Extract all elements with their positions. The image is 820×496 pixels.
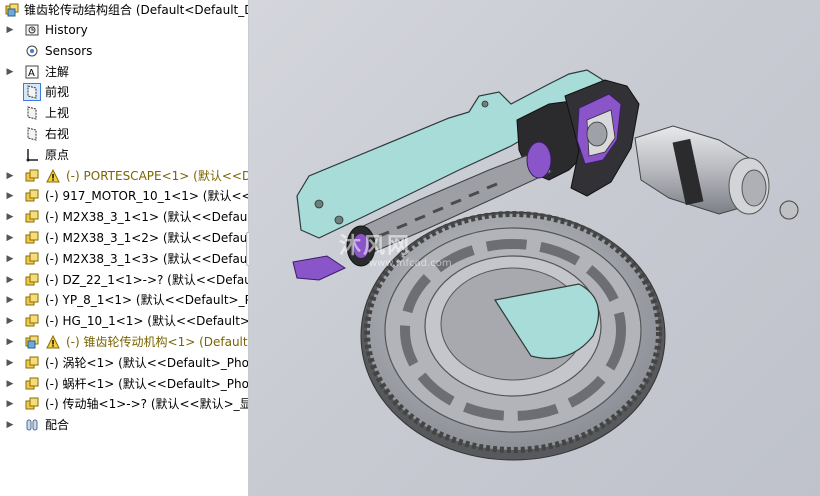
part-icon — [25, 231, 39, 244]
assembly-icon — [5, 3, 19, 17]
tree-item[interactable]: ▶ (-) M2X38_3_1<2> (默认<<Default>_ — [0, 228, 248, 248]
tree-item-label: (-) DZ_22_1<1>->? (默认<<Default — [45, 272, 249, 287]
tree-item-label: 上视 — [45, 106, 70, 121]
tree-item-label: 右视 — [45, 127, 70, 141]
part-icon — [25, 169, 39, 182]
tree-item[interactable]: ▶ 配合 — [0, 415, 248, 435]
expand-arrow-icon[interactable]: ▶ — [5, 62, 15, 82]
origin-icon — [26, 148, 38, 162]
tree-item-label: 配合 — [45, 418, 70, 433]
expand-arrow-icon[interactable]: ▶ — [5, 186, 15, 206]
tree-item[interactable]: 前视 — [0, 82, 248, 102]
tree-item-label: (-) 917_MOTOR_10_1<1> (默认<<De — [45, 189, 249, 204]
watermark-url: www.mfcad.com — [369, 258, 452, 269]
tree-item[interactable]: ▶ (-) YP_8_1<1> (默认<<Default>_Phot — [0, 290, 248, 310]
tree-item[interactable]: ▶ A 注解 — [0, 62, 248, 82]
part-icon — [25, 314, 39, 327]
warning-icon — [46, 168, 60, 183]
part-icon — [25, 252, 39, 265]
assembly-icon — [25, 335, 39, 349]
sensors-icon — [26, 45, 38, 57]
tree-item-label: (-) HG_10_1<1> (默认<<Default>_Ph — [45, 314, 249, 329]
motor — [634, 125, 799, 220]
tree-item-label: 前视 — [45, 85, 70, 100]
warning-icon — [46, 335, 60, 349]
part-icon — [25, 356, 39, 369]
tree-item-label: (-) 锥齿轮传动机构<1> (Default<D — [66, 335, 249, 349]
expand-arrow-icon[interactable]: ▶ — [5, 20, 15, 40]
expand-arrow-icon[interactable]: ▶ — [5, 374, 15, 394]
tree-item-label: (-) 传动轴<1>->? (默认<<默认>_显示 — [45, 397, 249, 412]
tree-item[interactable]: ▶ (-) 917_MOTOR_10_1<1> (默认<<De — [0, 186, 248, 206]
tree-item[interactable]: ▶ History — [0, 20, 248, 40]
tree-item[interactable]: ▶ (-) HG_10_1<1> (默认<<Default>_Ph — [0, 311, 248, 331]
tree-root[interactable]: 锥齿轮传动结构组合 (Default<Default_Dis — [0, 0, 248, 20]
tree-item[interactable]: 上视 — [0, 103, 248, 123]
expand-arrow-icon[interactable]: ▶ — [5, 394, 15, 414]
svg-text:A: A — [28, 68, 35, 79]
tree-item[interactable]: ▶ (-) DZ_22_1<1>->? (默认<<Default — [0, 270, 248, 290]
tree-item[interactable]: 原点 — [0, 145, 248, 165]
expand-arrow-icon[interactable]: ▶ — [5, 228, 15, 248]
expand-arrow-icon[interactable]: ▶ — [5, 332, 15, 352]
tree-item-label: (-) M2X38_3_1<3> (默认<<Default>_ — [45, 251, 249, 266]
tree-item-label: Sensors — [45, 43, 93, 58]
tree-item-label: (-) 蜗杆<1> (默认<<Default>_PhotoV — [45, 376, 249, 391]
plane-icon — [27, 106, 37, 120]
tree-item[interactable]: ▶ (-) 传动轴<1>->? (默认<<默认>_显示 — [0, 394, 248, 414]
part-icon — [25, 293, 39, 306]
tree-item[interactable]: ▶ (-) PORTESCAPE<1> (默认<<Def — [0, 166, 248, 186]
expand-arrow-icon[interactable]: ▶ — [5, 207, 15, 227]
tree-item-label: (-) 涡轮<1> (默认<<Default>_PhotoV — [45, 355, 249, 370]
model-render — [292, 69, 799, 461]
history-icon — [25, 24, 39, 36]
plane-icon — [23, 83, 41, 102]
tree-item[interactable]: 右视 — [0, 124, 248, 144]
tree-item-label: (-) YP_8_1<1> (默认<<Default>_Phot — [45, 293, 249, 308]
tree-item-label: 注解 — [45, 64, 70, 79]
tree-item[interactable]: ▶ (-) M2X38_3_1<1> (默认<<Default>_ — [0, 207, 248, 227]
feature-tree: 锥齿轮传动结构组合 (Default<Default_Dis ▶ History S… — [0, 0, 249, 496]
part-icon — [25, 189, 39, 202]
expand-arrow-icon[interactable]: ▶ — [5, 249, 15, 269]
tree-item-label: (-) PORTESCAPE<1> (默认<<Def — [66, 168, 249, 183]
watermark: 沐风网 — [339, 234, 412, 259]
plane-icon — [27, 127, 37, 141]
part-icon — [25, 210, 39, 223]
tree-root-label: 锥齿轮传动结构组合 (Default<Default_Dis — [24, 3, 249, 17]
tree-item-label: (-) M2X38_3_1<1> (默认<<Default>_ — [45, 210, 249, 225]
part-icon — [25, 397, 39, 410]
tree-item-label: (-) M2X38_3_1<2> (默认<<Default>_ — [45, 231, 249, 245]
part-icon — [25, 273, 39, 286]
mates-icon — [26, 419, 38, 431]
graphics-viewport[interactable]: 沐风网 www.mfcad.com — [249, 0, 820, 496]
tree-item-label: 原点 — [45, 147, 70, 162]
tree-item[interactable]: Sensors — [0, 41, 248, 61]
expand-arrow-icon[interactable]: ▶ — [5, 415, 15, 435]
expand-arrow-icon[interactable]: ▶ — [5, 353, 15, 373]
tree-item[interactable]: ▶ (-) 涡轮<1> (默认<<Default>_PhotoV — [0, 353, 248, 373]
tree-item-label: History — [45, 23, 88, 37]
expand-arrow-icon[interactable]: ▶ — [5, 290, 15, 310]
expand-arrow-icon[interactable]: ▶ — [5, 311, 15, 331]
expand-arrow-icon[interactable]: ▶ — [5, 166, 15, 186]
tree-item[interactable]: ▶ (-) 锥齿轮传动机构<1> (Default<D — [0, 332, 248, 352]
tree-item[interactable]: ▶ (-) M2X38_3_1<3> (默认<<Default>_ — [0, 249, 248, 269]
part-icon — [25, 377, 39, 390]
expand-arrow-icon[interactable]: ▶ — [5, 270, 15, 290]
tree-item[interactable]: ▶ (-) 蜗杆<1> (默认<<Default>_PhotoV — [0, 374, 248, 394]
annotation-icon: A — [25, 65, 39, 79]
